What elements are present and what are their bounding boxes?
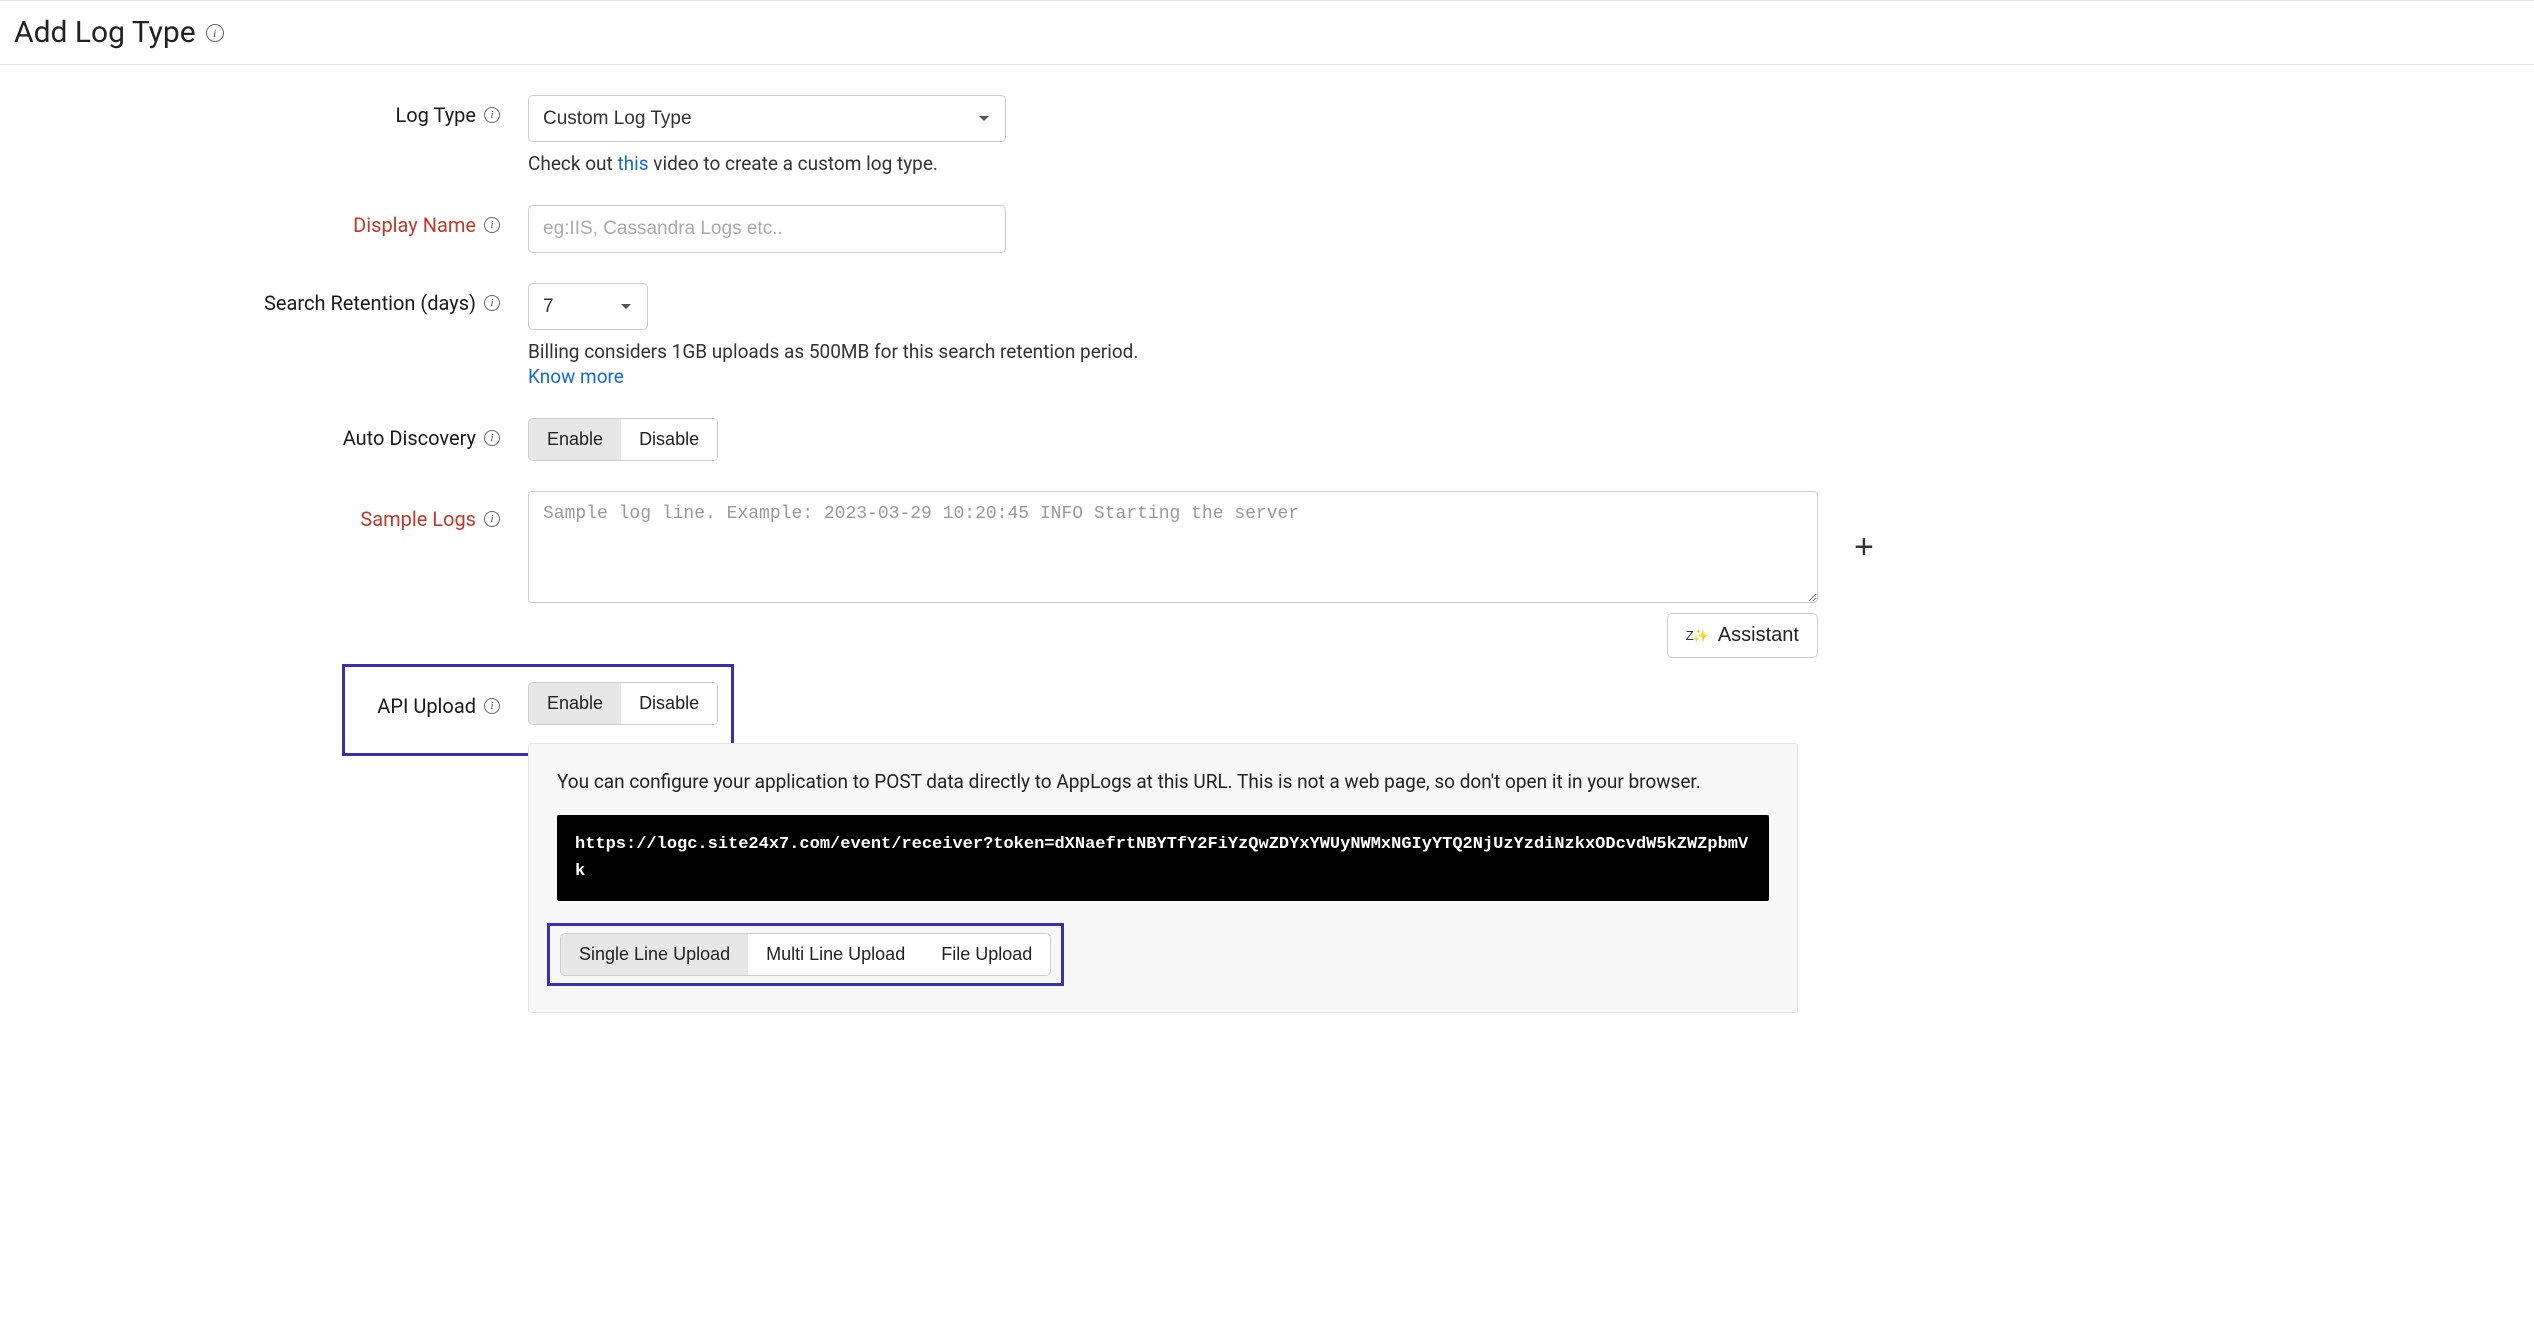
label-sample-logs: Sample Logs i [16,491,528,531]
multi-line-upload-button[interactable]: Multi Line Upload [748,934,923,975]
info-icon[interactable]: i [484,107,500,123]
help-suffix: video to create a custom log type. [649,152,938,175]
empty-label [16,743,528,751]
video-link[interactable]: this [617,152,648,175]
page-header: Add Log Type i [0,0,2534,65]
page-title: Add Log Type [14,15,196,50]
row-search-retention: Search Retention (days) i 7 Billing cons… [16,283,2518,388]
info-icon[interactable]: i [484,698,500,714]
label-text-display-name: Display Name [353,213,476,237]
know-more-link[interactable]: Know more [528,365,624,388]
file-upload-button[interactable]: File Upload [923,934,1050,975]
label-text-api-upload: API Upload [377,694,476,718]
select-wrap-log-type: Custom Log Type [528,95,1006,142]
api-upload-toggle: Enable Disable [528,682,718,725]
control-api-upload: Enable Disable [528,682,2518,725]
label-auto-discovery: Auto Discovery i [16,418,528,450]
info-icon[interactable]: i [484,430,500,446]
sample-logs-textarea[interactable] [528,491,1818,603]
auto-discovery-enable-button[interactable]: Enable [529,419,621,460]
single-line-upload-button[interactable]: Single Line Upload [561,934,748,975]
info-icon[interactable]: i [484,511,500,527]
control-display-name [528,205,2518,253]
api-upload-enable-button[interactable]: Enable [529,683,621,724]
log-type-select[interactable]: Custom Log Type [528,95,1006,142]
assistant-icon: Z✨ [1686,628,1708,644]
assistant-button[interactable]: Z✨ Assistant [1667,613,1818,658]
select-wrap-retention: 7 [528,283,648,330]
control-api-panel: You can configure your application to PO… [528,743,2518,1013]
api-description: You can configure your application to PO… [557,768,1769,797]
retention-know-more-row: Know more [528,365,2518,388]
api-upload-disable-button[interactable]: Disable [621,683,717,724]
label-text-search-retention: Search Retention (days) [264,291,476,315]
info-icon[interactable]: i [206,24,224,42]
control-log-type: Custom Log Type Check out this video to … [528,95,2518,175]
form-container: Log Type i Custom Log Type Check out thi… [0,65,2534,1013]
upload-mode-toggle: Single Line Upload Multi Line Upload Fil… [560,933,1051,976]
label-text-log-type: Log Type [395,103,476,127]
label-api-upload: API Upload i [16,682,528,718]
info-icon[interactable]: i [484,217,500,233]
api-panel: You can configure your application to PO… [528,743,1798,1013]
row-sample-logs: Sample Logs i + Z✨ Assistant [16,491,2518,658]
row-auto-discovery: Auto Discovery i Enable Disable [16,418,2518,461]
display-name-input[interactable] [528,205,1006,253]
control-sample-logs: + Z✨ Assistant [528,491,2518,658]
upload-mode-wrap: Single Line Upload Multi Line Upload Fil… [557,925,1054,984]
row-api-upload: API Upload i Enable Disable [16,664,2518,743]
assistant-row: Z✨ Assistant [528,613,1818,658]
retention-help: Billing considers 1GB uploads as 500MB f… [528,340,2518,363]
label-log-type: Log Type i [16,95,528,127]
label-text-auto-discovery: Auto Discovery [343,426,476,450]
auto-discovery-disable-button[interactable]: Disable [621,419,717,460]
label-search-retention: Search Retention (days) i [16,283,528,315]
api-url-block[interactable]: https://logc.site24x7.com/event/receiver… [557,815,1769,901]
row-api-panel: You can configure your application to PO… [16,743,2518,1013]
auto-discovery-toggle: Enable Disable [528,418,718,461]
row-display-name: Display Name i [16,205,2518,253]
control-search-retention: 7 Billing considers 1GB uploads as 500MB… [528,283,2518,388]
log-type-help: Check out this video to create a custom … [528,152,2518,175]
info-icon[interactable]: i [484,295,500,311]
label-display-name: Display Name i [16,205,528,237]
api-upload-inner-row: API Upload i Enable Disable [16,682,2518,725]
retention-select[interactable]: 7 [528,283,648,330]
add-sample-button[interactable]: + [1854,528,1874,567]
help-prefix: Check out [528,152,617,175]
label-text-sample-logs: Sample Logs [360,507,476,531]
row-log-type: Log Type i Custom Log Type Check out thi… [16,95,2518,175]
assistant-label: Assistant [1718,624,1799,647]
control-auto-discovery: Enable Disable [528,418,2518,461]
sample-wrap: + [528,491,2518,603]
